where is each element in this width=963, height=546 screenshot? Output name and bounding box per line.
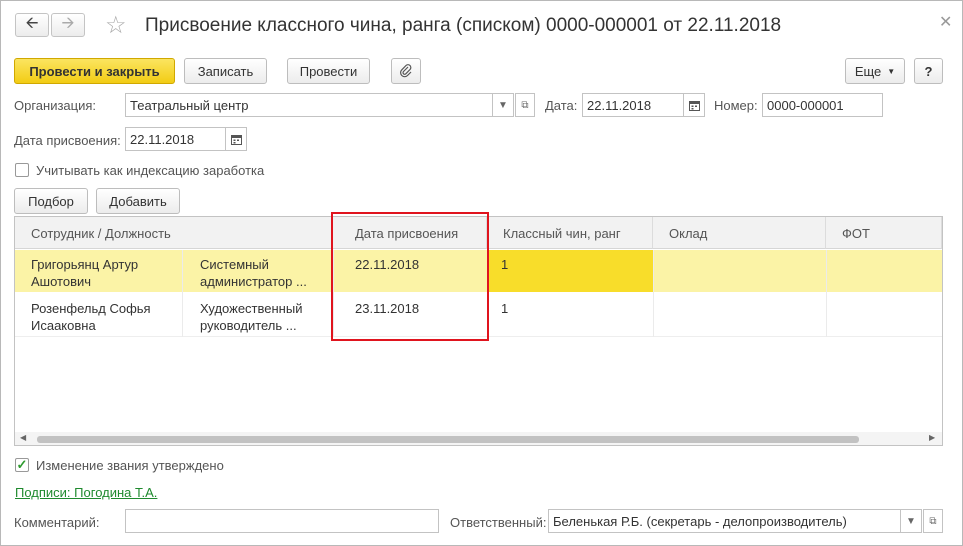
- employee-name: Григорьянц Артур Ашотович: [31, 256, 138, 290]
- employee-name-line: Исааковна: [31, 318, 96, 333]
- scroll-left-icon[interactable]: ◀: [20, 433, 26, 442]
- open-form-icon: ⧉: [929, 515, 937, 527]
- date-calendar-button[interactable]: [683, 93, 705, 117]
- calendar-icon: [688, 100, 700, 111]
- approved-label: Изменение звания утверждено: [36, 458, 224, 473]
- employee-name-line: Григорьянц Артур: [31, 257, 139, 272]
- date-label: Дата:: [545, 98, 578, 113]
- responsible-label: Ответственный:: [450, 515, 547, 530]
- assign-date-field[interactable]: 22.11.2018: [125, 127, 226, 151]
- document-window: 🡨 🡪 ☆ Присвоение классного чина, ранга (…: [0, 0, 963, 546]
- arrow-right-icon: 🡪: [61, 14, 75, 32]
- chevron-down-icon: ▼: [906, 515, 916, 527]
- employee-position-line: Системный: [200, 257, 269, 272]
- calendar-icon: [230, 134, 242, 145]
- comment-field[interactable]: [125, 509, 439, 533]
- column-header-salary[interactable]: Оклад: [653, 217, 826, 249]
- signatures-link[interactable]: Подписи: Погодина Т.А.: [15, 485, 157, 500]
- organization-dropdown-button[interactable]: ▼: [492, 93, 514, 117]
- employee-position-line: руководитель ...: [200, 318, 297, 333]
- save-button[interactable]: Записать: [184, 58, 267, 84]
- organization-label: Организация:: [14, 98, 97, 113]
- rank-cell: 1: [501, 257, 509, 272]
- assign-date-label: Дата присвоения:: [14, 133, 121, 148]
- rank-cell: 1: [501, 301, 509, 316]
- column-header-rank[interactable]: Классный чин, ранг: [487, 217, 653, 249]
- window-title: Присвоение классного чина, ранга (списко…: [145, 15, 782, 36]
- scroll-right-icon[interactable]: ▶: [929, 433, 935, 442]
- add-button[interactable]: Добавить: [96, 188, 180, 214]
- indexation-checkbox[interactable]: [15, 163, 29, 177]
- indexation-label: Учитывать как индексацию заработка: [36, 163, 265, 178]
- column-header-employee[interactable]: Сотрудник / Должность: [15, 217, 333, 249]
- chevron-down-icon: ▼: [498, 99, 508, 111]
- arrow-left-icon: 🡨: [25, 14, 39, 32]
- employee-name-line: Ашотович: [31, 274, 92, 289]
- employee-position: Системный администратор ...: [200, 256, 307, 290]
- comment-label: Комментарий:: [14, 515, 100, 530]
- employee-name: Розенфельд Софья Исааковна: [31, 300, 151, 334]
- post-and-close-button[interactable]: Провести и закрыть: [14, 58, 175, 84]
- employee-name-line: Розенфельд Софья: [31, 301, 151, 316]
- attach-button[interactable]: [391, 58, 421, 84]
- number-field[interactable]: 0000-000001: [762, 93, 883, 117]
- selected-cell[interactable]: [487, 250, 653, 292]
- more-button[interactable]: Еще ▼: [845, 58, 905, 84]
- responsible-field[interactable]: Беленькая Р.Б. (секретарь - делопроизвод…: [548, 509, 901, 533]
- organization-field[interactable]: Театральный центр: [125, 93, 493, 117]
- paperclip-icon: [400, 64, 412, 78]
- responsible-open-button[interactable]: ⧉: [923, 509, 943, 533]
- chevron-down-icon: ▼: [887, 66, 896, 76]
- column-header-payroll[interactable]: ФОТ: [826, 217, 942, 249]
- approved-checkbox[interactable]: ✓: [15, 458, 29, 472]
- back-button[interactable]: 🡨: [15, 13, 49, 37]
- scrollbar-thumb[interactable]: [37, 436, 859, 443]
- column-divider: [826, 250, 827, 337]
- organization-open-button[interactable]: ⧉: [515, 93, 535, 117]
- star-icon[interactable]: ☆: [105, 11, 127, 40]
- number-label: Номер:: [714, 98, 758, 113]
- post-button[interactable]: Провести: [287, 58, 370, 84]
- responsible-dropdown-button[interactable]: ▼: [900, 509, 922, 533]
- forward-button[interactable]: 🡪: [51, 13, 85, 37]
- more-button-label: Еще: [854, 63, 882, 79]
- column-divider: [653, 250, 654, 337]
- checkmark-icon: ✓: [16, 457, 28, 472]
- assign-date-calendar-button[interactable]: [225, 127, 247, 151]
- column-divider: [182, 250, 183, 337]
- open-form-icon: ⧉: [521, 99, 529, 111]
- employee-position: Художественный руководитель ...: [200, 300, 302, 334]
- help-button[interactable]: ?: [914, 58, 943, 84]
- close-icon[interactable]: ✕: [939, 12, 952, 32]
- employee-position-line: администратор ...: [200, 274, 307, 289]
- employee-position-line: Художественный: [200, 301, 303, 316]
- date-field[interactable]: 22.11.2018: [582, 93, 684, 117]
- select-button[interactable]: Подбор: [14, 188, 88, 214]
- highlight-frame: [331, 212, 489, 341]
